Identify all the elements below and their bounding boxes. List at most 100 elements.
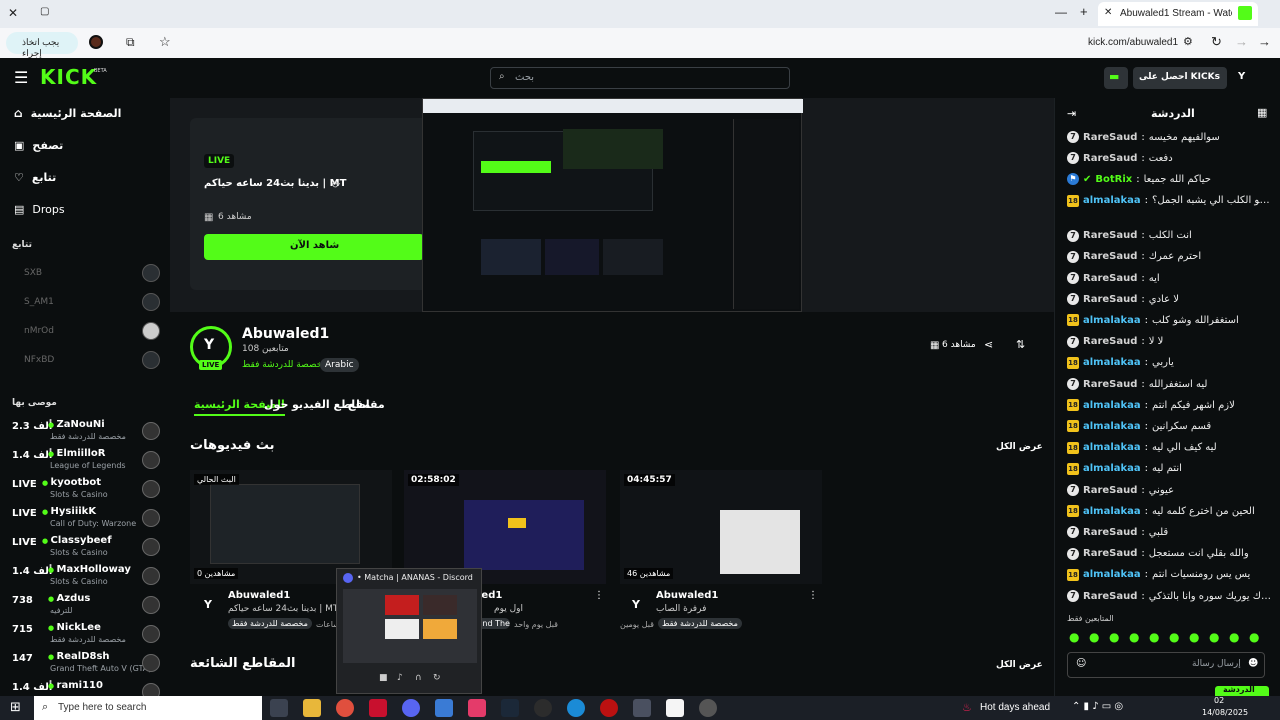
- nav-home[interactable]: ⌂ الصفحة الرئيسية: [14, 102, 121, 124]
- reload-icon[interactable]: ↻: [1211, 34, 1222, 50]
- tab-clips[interactable]: مقاطع: [348, 398, 385, 411]
- watch-now-button[interactable]: شاهد الآن: [204, 234, 424, 260]
- recommended-channel[interactable]: 147 ● RealD8sh Grand Theft Auto V (GTA): [10, 650, 162, 678]
- steam-icon[interactable]: [501, 699, 519, 717]
- url-text[interactable]: kick.com/abuwaled1: [1088, 37, 1178, 48]
- chat-username[interactable]: RareSaud: [1083, 336, 1137, 347]
- tab-close-icon[interactable]: ✕: [1104, 7, 1112, 18]
- nav-following[interactable]: ♡ تتابع: [14, 166, 56, 188]
- menu-icon[interactable]: ☰: [14, 68, 28, 87]
- video-menu-icon[interactable]: ⋮: [808, 590, 818, 601]
- emoji-icon[interactable]: ☺: [1076, 658, 1086, 669]
- smile-icon[interactable]: ☻: [1248, 658, 1258, 669]
- chat-username[interactable]: RareSaud: [1083, 251, 1137, 262]
- hangup-icon[interactable]: ↻: [433, 673, 441, 683]
- recommended-channel[interactable]: 1.4 ألف ● ElmiilloR League of Legends: [10, 447, 162, 475]
- following-channel[interactable]: nMrOd: [10, 318, 160, 344]
- video-editor-icon[interactable]: [369, 699, 387, 717]
- forward-icon[interactable]: →: [1235, 34, 1248, 49]
- recommended-channel[interactable]: 2.3 ألف ● ZaNouNi مخصصة للدردشة فقط: [10, 418, 162, 446]
- emote-icon[interactable]: ●: [1089, 630, 1099, 644]
- chat-username[interactable]: almalakaa: [1083, 357, 1141, 368]
- chat-username[interactable]: almalakaa: [1083, 421, 1141, 432]
- recommended-channel[interactable]: LIVE ● kyootbot Slots & Casino: [10, 476, 162, 504]
- emote-icon[interactable]: ●: [1229, 630, 1239, 644]
- video-thumbnail[interactable]: 02:58:02: [404, 470, 606, 584]
- chat-username[interactable]: almalakaa: [1083, 195, 1141, 206]
- video-thumbnail[interactable]: 04:45:57 46 مشاهدين: [620, 470, 822, 584]
- emote-icon[interactable]: ●: [1209, 630, 1219, 644]
- video-tag[interactable]: مخصصة للدردشة فقط: [228, 618, 312, 629]
- app-icon[interactable]: [633, 699, 651, 717]
- video-tag[interactable]: مخصصة للدردشة فقط: [658, 618, 742, 629]
- app-icon[interactable]: [600, 699, 618, 717]
- new-tab-icon[interactable]: +: [1080, 4, 1088, 19]
- video-thumbnail[interactable]: البث الحالي 0 مشاهدين: [190, 470, 392, 584]
- emote-icon[interactable]: ●: [1189, 630, 1199, 644]
- chat-input[interactable]: ☺ إرسال رسالة ☻: [1067, 652, 1265, 678]
- restore-icon[interactable]: ▢: [40, 6, 49, 17]
- chat-username[interactable]: RareSaud: [1083, 591, 1137, 602]
- site-settings-icon[interactable]: ⚙: [1183, 35, 1193, 48]
- language-tag[interactable]: Arabic: [320, 358, 359, 372]
- discord-preview-popup[interactable]: • Matcha | ANANAS - Discord ■ ♪ ∩ ↻: [336, 568, 482, 694]
- video-card[interactable]: البث الحالي 0 مشاهدين Y Abuwaled1 بدينا …: [190, 470, 392, 629]
- chat-username[interactable]: almalakaa: [1083, 400, 1141, 411]
- emote-icon[interactable]: ●: [1109, 630, 1119, 644]
- follow-icon[interactable]: ⇅: [1016, 338, 1025, 351]
- chat-username[interactable]: almalakaa: [1083, 569, 1141, 580]
- window-minimize-icon[interactable]: —: [1055, 5, 1067, 19]
- chat-username[interactable]: RareSaud: [1083, 485, 1137, 496]
- obs-icon[interactable]: [534, 699, 552, 717]
- recommended-channel[interactable]: 738 ● Azdus للترفيه: [10, 592, 162, 620]
- chat-username[interactable]: RareSaud: [1083, 294, 1137, 305]
- emote-icon[interactable]: ●: [1069, 630, 1079, 644]
- profile-avatar[interactable]: [89, 35, 103, 49]
- recommended-channel[interactable]: LIVE ● HysiiikK Call of Duty: Warzone: [10, 505, 162, 533]
- video-card[interactable]: 04:45:57 46 مشاهدين Y Abuwaled1 فرفرة ال…: [620, 470, 822, 629]
- taskbar-search[interactable]: ⌕ Type here to search: [34, 696, 262, 720]
- tab-about[interactable]: حول: [264, 398, 288, 411]
- nav-drops[interactable]: ▤ Drops: [14, 198, 65, 220]
- recommended-channel[interactable]: 1.4 ألف ● MaxHolloway Slots & Casino: [10, 563, 162, 591]
- chat-username[interactable]: RareSaud: [1083, 548, 1137, 559]
- minimize-icon[interactable]: ✕: [8, 6, 18, 20]
- task-view-icon[interactable]: [270, 699, 288, 717]
- chat-collapse-icon[interactable]: ⇥: [1067, 107, 1076, 120]
- headset-icon[interactable]: ∩: [415, 673, 422, 683]
- tiktok-icon[interactable]: [468, 699, 486, 717]
- notepad-icon[interactable]: [666, 699, 684, 717]
- camera-icon[interactable]: ■: [379, 673, 388, 683]
- chat-username[interactable]: almalakaa: [1083, 506, 1141, 517]
- nav-browse[interactable]: ▣ تصفح: [14, 134, 63, 156]
- video-card[interactable]: 02:58:02 Abuwaled1 اول يوم قبل يوم واحد …: [404, 470, 606, 629]
- clips-view-all[interactable]: عرض الكل: [996, 660, 1043, 670]
- windows-start-icon[interactable]: ⊞: [10, 700, 21, 715]
- videos-view-all[interactable]: عرض الكل: [996, 442, 1043, 452]
- profile-menu[interactable]: Y: [1238, 71, 1245, 82]
- chat-username[interactable]: almalakaa: [1083, 315, 1141, 326]
- recommended-channel[interactable]: 715 ● NickLee مخصصة للدردشة فقط: [10, 621, 162, 649]
- share-icon[interactable]: ⋖: [984, 338, 993, 351]
- chat-username[interactable]: almalakaa: [1083, 442, 1141, 453]
- emote-icon[interactable]: ●: [1149, 630, 1159, 644]
- browser-tab[interactable]: ✕ Abuwaled1 Stream - Watch Live: [1098, 2, 1258, 26]
- chat-username[interactable]: RareSaud: [1083, 379, 1137, 390]
- edge-icon[interactable]: [567, 699, 585, 717]
- chat-users-icon[interactable]: ▦: [1257, 106, 1267, 119]
- store-icon[interactable]: [435, 699, 453, 717]
- search-box[interactable]: ⌕ بحث: [490, 67, 790, 89]
- kicks-gift-button[interactable]: ▬: [1104, 67, 1128, 89]
- extension-alert-button[interactable]: يجب اتخاذ إجراء: [6, 32, 78, 58]
- emote-icon[interactable]: ●: [1249, 630, 1259, 644]
- discord-taskbar-icon[interactable]: [402, 699, 420, 717]
- chat-send-button[interactable]: الدردشة: [1215, 685, 1269, 696]
- following-channel[interactable]: SXB: [10, 260, 160, 286]
- stream-preview[interactable]: [422, 98, 803, 312]
- channel-category[interactable]: مخصصة للدردشة فقط: [242, 360, 327, 370]
- bookmark-star-icon[interactable]: ☆: [159, 34, 171, 50]
- chat-username[interactable]: RareSaud: [1083, 153, 1137, 164]
- following-channel[interactable]: NFxBD: [10, 347, 160, 373]
- weather-text[interactable]: Hot days ahead: [980, 702, 1050, 713]
- get-kicks-button[interactable]: احصل على KICKs: [1133, 67, 1227, 89]
